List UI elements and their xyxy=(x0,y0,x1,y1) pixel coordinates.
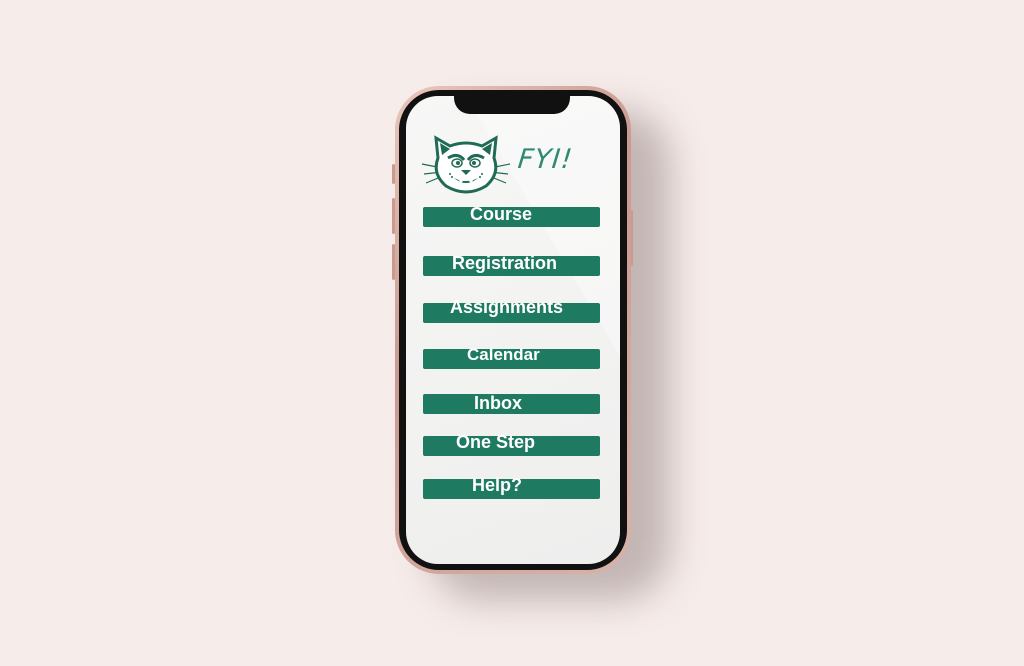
assignments-button-label: Assignments xyxy=(450,297,564,317)
course-button-label: Course xyxy=(470,204,533,224)
mockup-stage: FYI! Course Registration Assignments Cal… xyxy=(0,0,1024,666)
help-button-label: Help? xyxy=(472,475,523,495)
course-button[interactable]: Course xyxy=(423,204,600,227)
registration-button-label: Registration xyxy=(452,253,558,273)
wildcat-mascot-icon xyxy=(421,135,511,194)
inbox-button[interactable]: Inbox xyxy=(423,393,600,414)
calendar-button[interactable]: Calendar xyxy=(423,345,600,369)
calendar-button-label: Calendar xyxy=(467,345,540,364)
one-step-button-label: One Step xyxy=(456,432,536,452)
inbox-button-label: Inbox xyxy=(474,393,522,413)
assignments-button[interactable]: Assignments xyxy=(423,297,600,323)
app-title: FYI! xyxy=(516,144,575,175)
registration-button[interactable]: Registration xyxy=(423,253,600,276)
phone-notch xyxy=(454,94,570,114)
help-button[interactable]: Help? xyxy=(423,475,600,499)
one-step-button[interactable]: One Step xyxy=(423,432,600,456)
